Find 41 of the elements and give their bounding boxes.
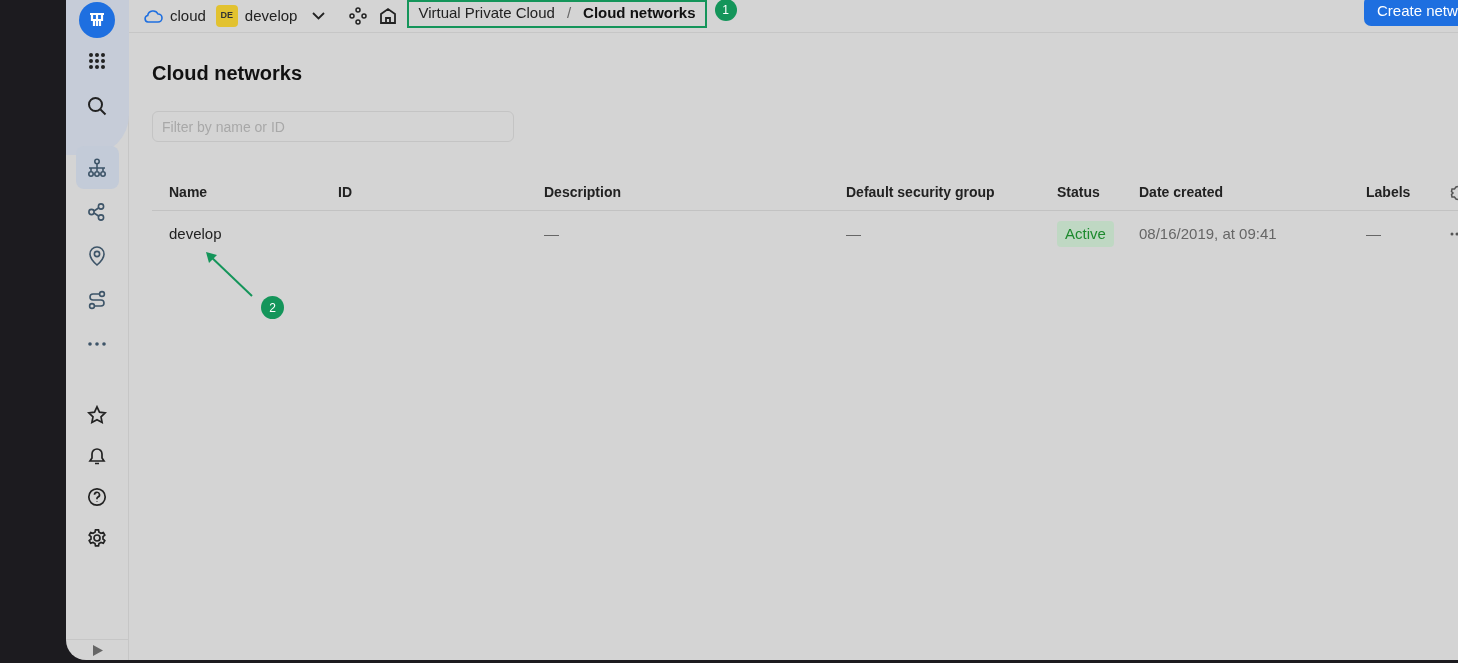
search-icon[interactable] xyxy=(87,96,107,116)
create-button[interactable]: Create netw xyxy=(1364,0,1458,26)
nodes-icon[interactable] xyxy=(349,7,368,25)
page-title: Cloud networks xyxy=(152,61,303,86)
location-pin-icon xyxy=(88,245,106,266)
table-cell-text: — xyxy=(544,223,559,244)
bell-icon[interactable] xyxy=(88,446,106,466)
status-badge: Active xyxy=(1057,220,1114,248)
nav-item[interactable] xyxy=(75,146,119,189)
column-header: Labels xyxy=(1366,183,1412,202)
column-header: Default security group xyxy=(846,183,996,202)
table-cell-text: 08/16/2019, at 09:41 xyxy=(1139,223,1277,244)
network-icon xyxy=(87,157,107,178)
folder-name[interactable]: develop xyxy=(244,4,298,28)
column-header: Status xyxy=(1057,183,1101,202)
home-icon[interactable] xyxy=(379,7,398,25)
more-icon xyxy=(88,341,106,346)
table-cell-text: — xyxy=(846,223,861,244)
share-icon xyxy=(87,201,107,222)
network-name-link[interactable]: develop xyxy=(169,222,222,246)
column-header: Date created xyxy=(1139,183,1225,202)
breadcrumb-link[interactable]: Virtual Private Cloud xyxy=(418,2,555,25)
annotation-number: 1 xyxy=(714,0,737,21)
expand-icon[interactable] xyxy=(91,644,103,656)
column-header: ID xyxy=(338,183,353,202)
annotation-number: 2 xyxy=(261,296,284,319)
apps-grid-icon[interactable] xyxy=(88,52,106,70)
annotation-arrow xyxy=(204,250,254,298)
cloud-name[interactable]: cloud xyxy=(170,4,206,28)
route-icon xyxy=(87,289,107,310)
chevron-down-icon[interactable] xyxy=(312,12,326,20)
column-header: Description xyxy=(544,183,622,202)
folder-badge: DE xyxy=(215,5,238,27)
column-header: Name xyxy=(169,183,209,202)
cloud-icon xyxy=(143,9,163,23)
table-cell-text: — xyxy=(1366,223,1381,244)
breadcrumb-separator: / xyxy=(566,3,572,24)
breadcrumb-current: Cloud networks xyxy=(583,3,696,24)
help-icon[interactable] xyxy=(87,487,107,507)
star-icon[interactable] xyxy=(87,405,107,425)
more-icon[interactable] xyxy=(1450,232,1458,236)
